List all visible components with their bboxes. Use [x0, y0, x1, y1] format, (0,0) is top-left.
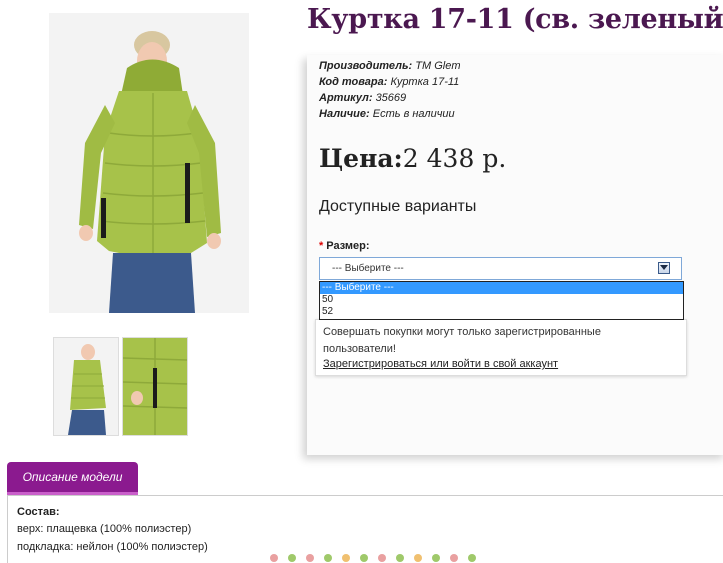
size-label-text: Размер: — [326, 240, 370, 252]
sku-label: Артикул: — [319, 92, 373, 104]
chevron-down-icon[interactable] — [658, 262, 670, 274]
manufacturer-value: TM Glem — [415, 60, 461, 72]
product-thumbnail-2[interactable] — [122, 337, 188, 436]
availability-row: Наличие: Есть в наличии — [319, 108, 455, 120]
price: Цена:2 438 р. — [319, 144, 506, 173]
size-dropdown-list: --- Выберите --- 50 52 — [319, 281, 684, 320]
description-content: Состав: верх: плащевка (100% полиэстер) … — [7, 495, 723, 563]
register-login-link[interactable]: Зарегистрироваться или войти в свой акка… — [323, 358, 558, 370]
variants-heading: Доступные варианты — [319, 198, 477, 215]
composition-label: Состав: — [17, 506, 60, 518]
login-notice: Совершать покупки могут только зарегистр… — [315, 319, 687, 376]
jacket-thumbnail-illustration — [54, 338, 118, 435]
decorative-flowers — [270, 554, 710, 563]
product-code-value: Куртка 17-11 — [390, 76, 460, 88]
required-mark: * — [319, 240, 324, 252]
login-notice-text: Совершать покупки могут только зарегистр… — [323, 326, 601, 355]
price-value: 2 438 р. — [402, 144, 507, 173]
jacket-detail-illustration — [123, 338, 187, 435]
product-code-row: Код товара: Куртка 17-11 — [319, 76, 459, 88]
product-info-panel: Производитель: TM Glem Код товара: Куртк… — [307, 55, 723, 455]
availability-value: Есть в наличии — [372, 108, 455, 120]
product-main-photo[interactable] — [49, 13, 249, 313]
composition-line: верх: плащевка (100% полиэстер) — [17, 523, 192, 535]
product-code-label: Код товара: — [319, 76, 388, 88]
size-select[interactable]: --- Выберите --- — [319, 257, 682, 280]
size-option[interactable]: 50 — [320, 294, 683, 306]
jacket-photo-illustration — [49, 13, 249, 313]
size-label: * Размер: — [319, 240, 370, 252]
manufacturer-row: Производитель: TM Glem — [319, 60, 461, 72]
composition-line: подкладка: нейлон (100% полиэстер) — [17, 541, 208, 553]
size-option[interactable]: --- Выберите --- — [320, 282, 683, 294]
product-title: Куртка 17-11 (св. зеленый) — [307, 4, 723, 35]
size-option[interactable]: 52 — [320, 306, 683, 318]
manufacturer-label: Производитель: — [319, 60, 413, 72]
size-select-value: --- Выберите --- — [332, 263, 404, 274]
sku-value: 35669 — [375, 92, 407, 104]
sku-row: Артикул: 35669 — [319, 92, 406, 104]
price-label: Цена: — [319, 144, 403, 173]
tab-description[interactable]: Описание модели — [7, 462, 138, 495]
product-thumbnail-1[interactable] — [53, 337, 119, 436]
availability-label: Наличие: — [319, 108, 370, 120]
